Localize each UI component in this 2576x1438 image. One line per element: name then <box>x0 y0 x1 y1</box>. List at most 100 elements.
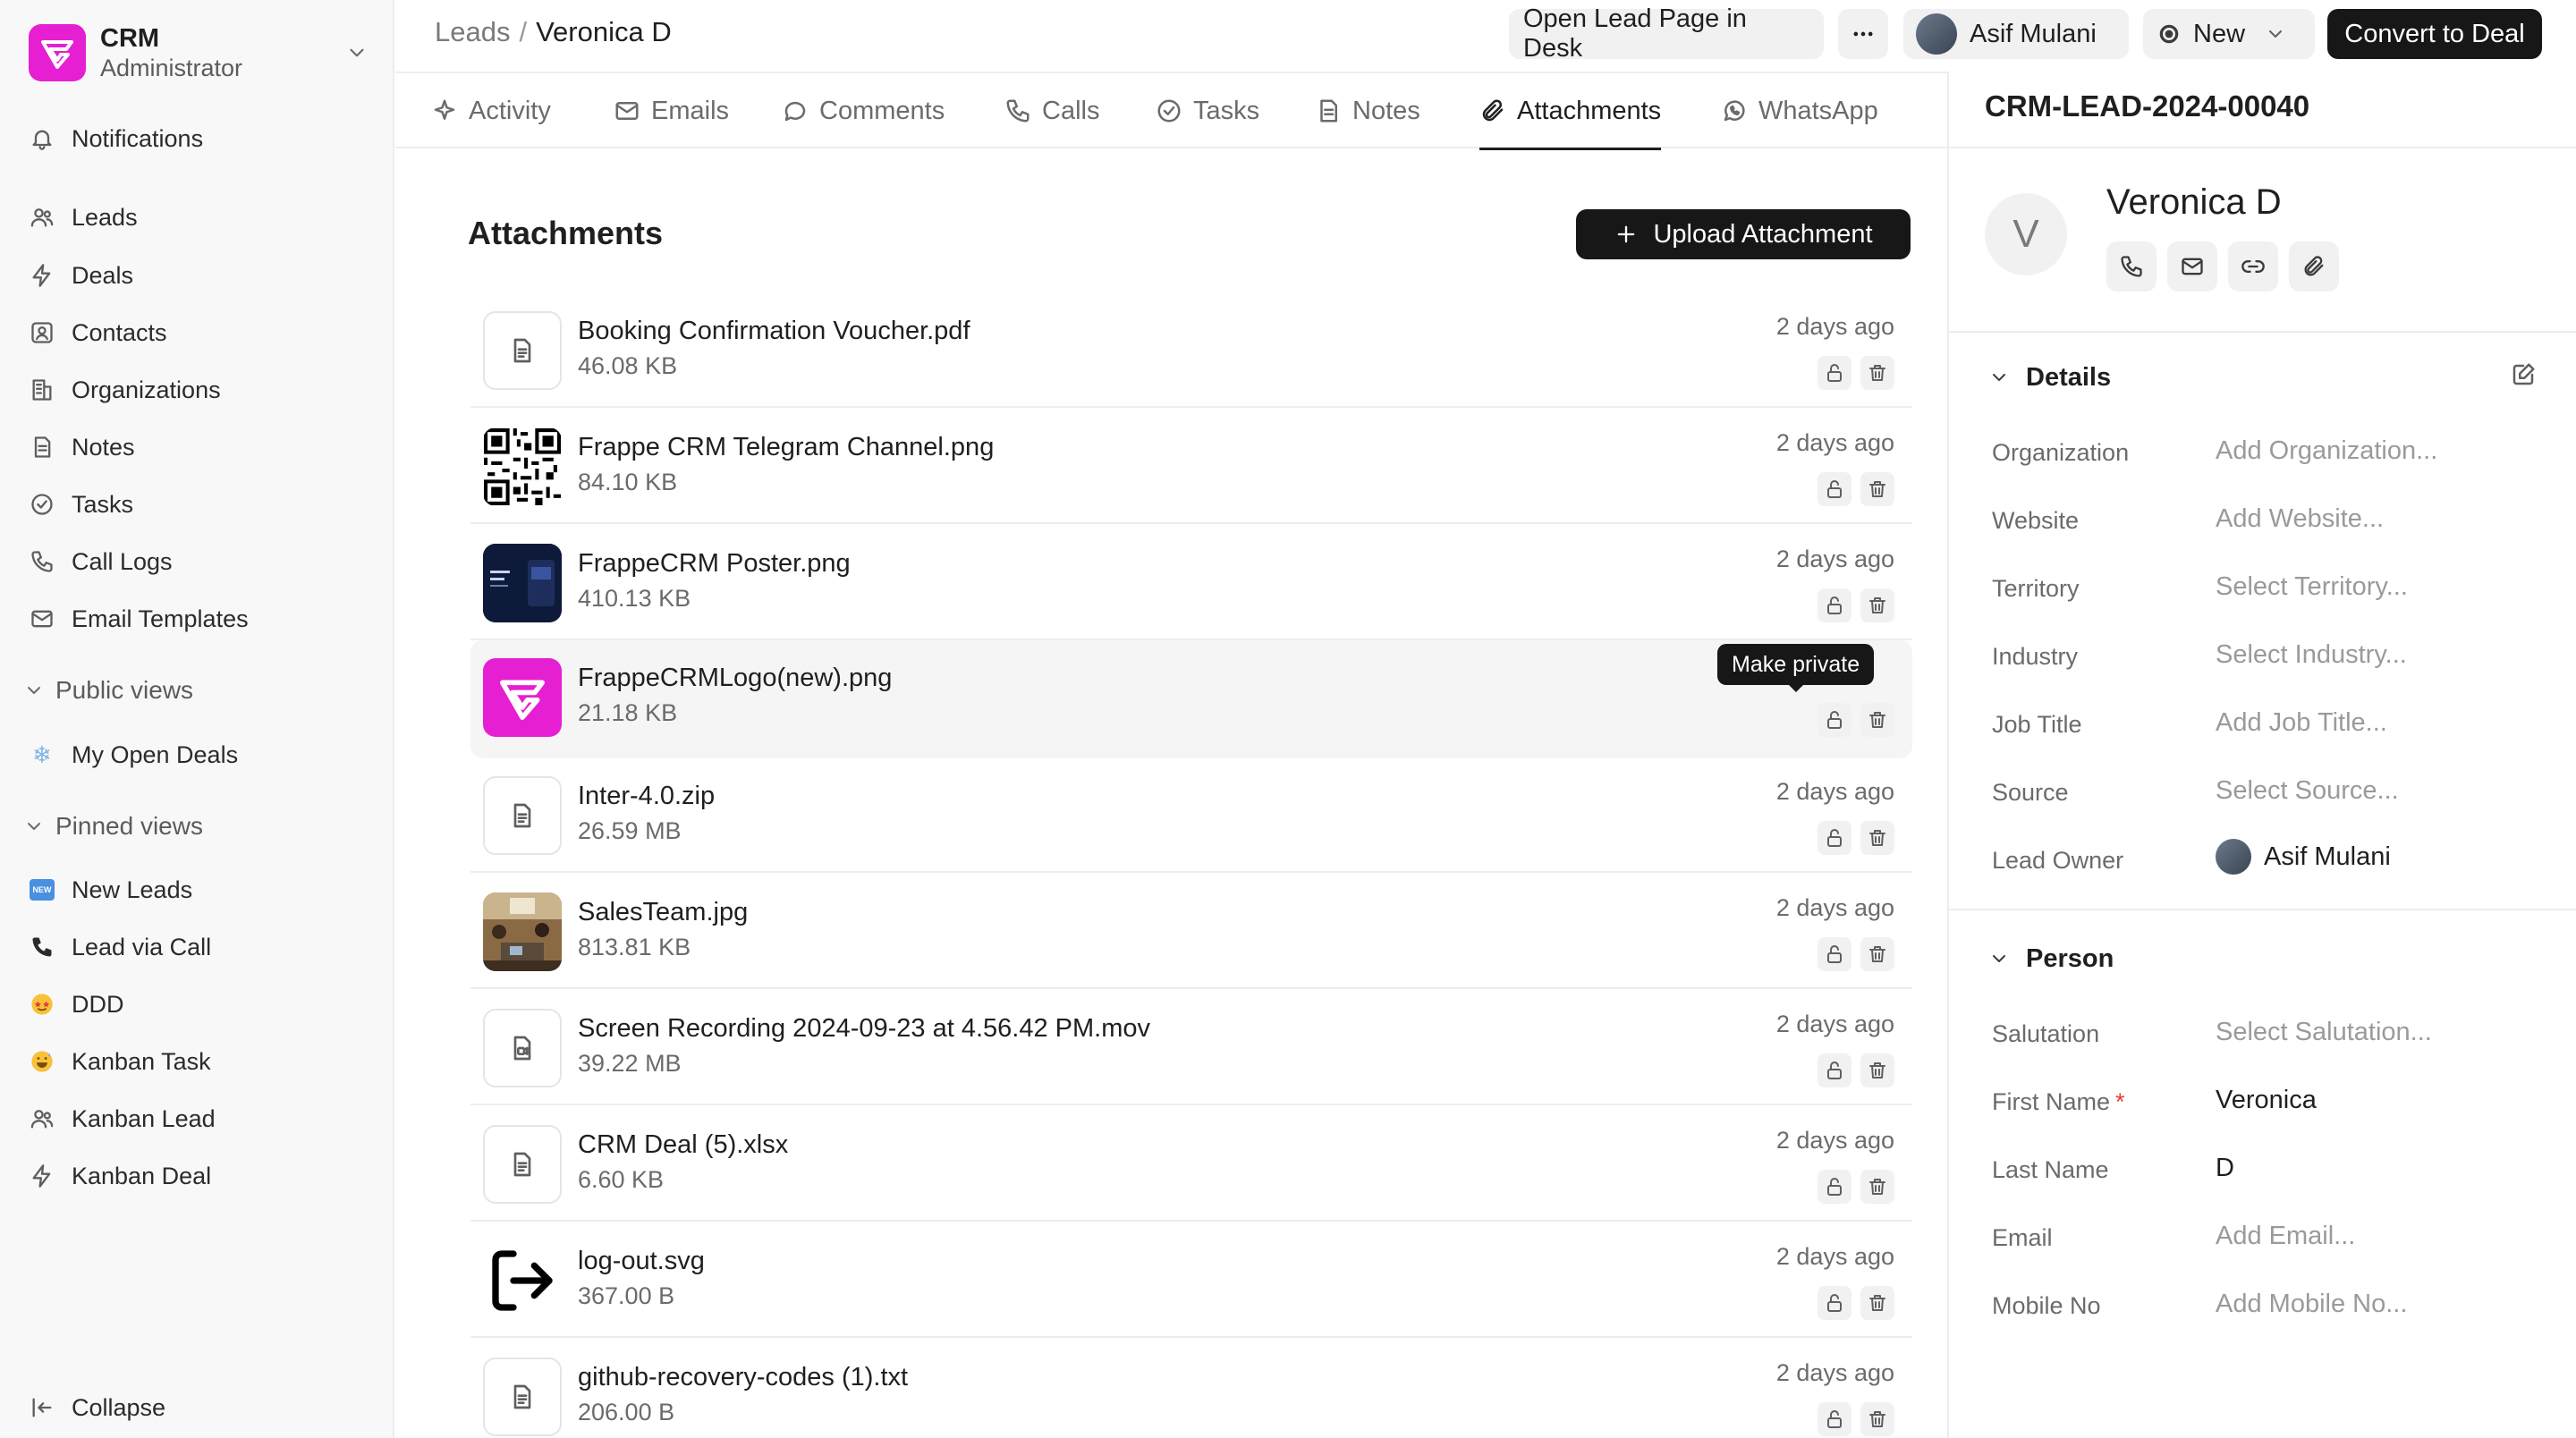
delete-button[interactable] <box>1860 1170 1894 1204</box>
delete-button[interactable] <box>1860 821 1894 855</box>
sidebar-item-kanban-task[interactable]: Kanban Task <box>29 1038 369 1085</box>
collapse-button[interactable]: Collapse <box>29 1384 369 1431</box>
email-button[interactable] <box>2167 241 2217 292</box>
details-section-toggle[interactable]: Details <box>1988 360 2111 395</box>
attach-button[interactable] <box>2289 241 2339 292</box>
lock-toggle-button[interactable] <box>1818 1053 1852 1087</box>
unlock-icon <box>1827 1178 1842 1196</box>
tab-emails[interactable]: Emails <box>614 73 729 148</box>
sidebar-item-contacts[interactable]: Contacts <box>29 309 369 356</box>
lock-toggle-button[interactable] <box>1818 937 1852 971</box>
job-title-field[interactable]: Add Job Title... <box>2216 708 2387 738</box>
delete-button[interactable] <box>1860 588 1894 622</box>
open-desk-button[interactable]: Open Lead Page in Desk <box>1509 4 1824 63</box>
attachment-row[interactable]: Inter-4.0.zip 26.59 MB 2 days ago <box>470 758 1912 873</box>
sidebar-item-label: New Leads <box>72 875 193 903</box>
tab-calls[interactable]: Calls <box>1004 73 1099 148</box>
lock-toggle-button[interactable] <box>1818 588 1852 622</box>
lock-toggle-button[interactable] <box>1818 1286 1852 1320</box>
lock-toggle-button[interactable] <box>1818 356 1852 390</box>
tab-notes[interactable]: Notes <box>1315 73 1420 148</box>
file-icon <box>483 1358 562 1436</box>
avatar[interactable]: V <box>1985 193 2067 275</box>
convert-to-deal-button[interactable]: Convert to Deal <box>2327 9 2542 59</box>
sidebar-item-ddd[interactable]: DDD <box>29 981 369 1028</box>
unlock-icon <box>1827 596 1842 614</box>
link-button[interactable] <box>2228 241 2278 292</box>
source-field[interactable]: Select Source... <box>2216 776 2399 806</box>
mobile-field[interactable]: Add Mobile No... <box>2216 1290 2407 1319</box>
sidebar-item-deals[interactable]: Deals <box>29 252 369 299</box>
delete-button[interactable] <box>1860 356 1894 390</box>
email-field[interactable]: Add Email... <box>2216 1222 2355 1251</box>
tab-whatsapp[interactable]: WhatsApp <box>1721 73 1878 148</box>
lock-toggle-button[interactable] <box>1818 1402 1852 1436</box>
lock-toggle-button[interactable] <box>1818 472 1852 506</box>
delete-button[interactable] <box>1860 1053 1894 1087</box>
lock-toggle-button[interactable] <box>1818 821 1852 855</box>
attachment-row[interactable]: Booking Confirmation Voucher.pdf 46.08 K… <box>470 293 1912 408</box>
last-name-field[interactable]: D <box>2216 1154 2234 1183</box>
attachment-row[interactable]: FrappeCRM Poster.png 410.13 KB 2 days ag… <box>470 526 1912 640</box>
tab-tasks[interactable]: Tasks <box>1156 73 1259 148</box>
attachment-row[interactable]: Screen Recording 2024-09-23 at 4.56.42 P… <box>470 991 1912 1105</box>
breadcrumb-current: Veronica D <box>536 16 672 47</box>
pinned-views-toggle[interactable]: Pinned views <box>23 807 203 846</box>
tab-attachments[interactable]: Attachments <box>1479 73 1662 150</box>
organization-field[interactable]: Add Organization... <box>2216 436 2437 466</box>
sidebar-item-tasks[interactable]: Tasks <box>29 481 369 528</box>
attachment-row[interactable]: Frappe CRM Telegram Channel.png 84.10 KB… <box>470 410 1912 524</box>
paperclip-icon <box>2304 256 2324 276</box>
lock-toggle-button[interactable] <box>1818 703 1852 737</box>
sidebar-item-leads[interactable]: Leads <box>29 194 369 241</box>
file-size: 21.18 KB <box>578 699 678 726</box>
salutation-field[interactable]: Select Salutation... <box>2216 1018 2432 1047</box>
lock-toggle-button[interactable] <box>1818 1170 1852 1204</box>
person-section-toggle[interactable]: Person <box>1988 941 2114 977</box>
breadcrumb-leads-link[interactable]: Leads <box>435 16 510 48</box>
lead-owner-field[interactable]: Asif Mulani <box>2216 839 2391 875</box>
sidebar-item-organizations[interactable]: Organizations <box>29 367 369 413</box>
upload-label: Upload Attachment <box>1653 219 1873 249</box>
paperclip-icon <box>1482 99 1504 122</box>
tab-comments[interactable]: Comments <box>782 73 945 148</box>
edit-button[interactable] <box>2510 361 2537 388</box>
delete-button[interactable] <box>1860 1402 1894 1436</box>
sidebar-item-lead-via-call[interactable]: Lead via Call <box>29 924 369 970</box>
assigned-user-button[interactable]: Asif Mulani <box>1903 9 2129 59</box>
sidebar-item-new-leads[interactable]: NEW New Leads <box>29 867 369 913</box>
attachment-row[interactable]: log-out.svg 367.00 B 2 days ago <box>470 1223 1912 1338</box>
industry-field[interactable]: Select Industry... <box>2216 640 2407 670</box>
sidebar-item-kanban-lead[interactable]: Kanban Lead <box>29 1095 369 1142</box>
website-field[interactable]: Add Website... <box>2216 504 2384 534</box>
tab-activity[interactable]: Activity <box>431 73 551 148</box>
delete-button[interactable] <box>1860 472 1894 506</box>
attachment-row[interactable]: github-recovery-codes (1).txt 206.00 B 2… <box>470 1340 1912 1438</box>
trash-icon <box>1869 597 1885 613</box>
delete-button[interactable] <box>1860 1286 1894 1320</box>
sidebar-item-notifications[interactable]: Notifications <box>29 115 369 162</box>
attachment-row[interactable]: CRM Deal (5).xlsx 6.60 KB 2 days ago <box>470 1107 1912 1222</box>
delete-button[interactable] <box>1860 703 1894 737</box>
delete-button[interactable] <box>1860 937 1894 971</box>
sidebar-item-notes[interactable]: Notes <box>29 424 369 470</box>
sidebar-item-label: Notes <box>72 433 135 461</box>
upload-attachment-button[interactable]: Upload Attachment <box>1576 209 1911 259</box>
attachment-row[interactable]: SalesTeam.jpg 813.81 KB 2 days ago <box>470 875 1912 989</box>
field-label: Email <box>1992 1224 2053 1251</box>
territory-field[interactable]: Select Territory... <box>2216 572 2408 602</box>
first-name-field[interactable]: Veronica <box>2216 1086 2317 1115</box>
call-button[interactable] <box>2106 241 2157 292</box>
app-switcher[interactable]: CRM Administrator <box>29 23 369 82</box>
sidebar-item-kanban-deal[interactable]: Kanban Deal <box>29 1153 369 1199</box>
sidebar-item-call-logs[interactable]: Call Logs <box>29 538 369 585</box>
status-dropdown[interactable]: New <box>2143 9 2315 59</box>
more-options-button[interactable] <box>1838 9 1888 59</box>
attachment-row[interactable]: FrappeCRMLogo(new).png 21.18 KB <box>470 640 1912 758</box>
public-views-toggle[interactable]: Public views <box>23 671 193 710</box>
sidebar-item-my-open-deals[interactable]: ❄ My Open Deals <box>29 732 369 778</box>
breadcrumb-separator: / <box>519 16 528 47</box>
users-icon <box>29 204 55 231</box>
file-size: 26.59 MB <box>578 817 682 844</box>
sidebar-item-email-templates[interactable]: Email Templates <box>29 596 369 642</box>
